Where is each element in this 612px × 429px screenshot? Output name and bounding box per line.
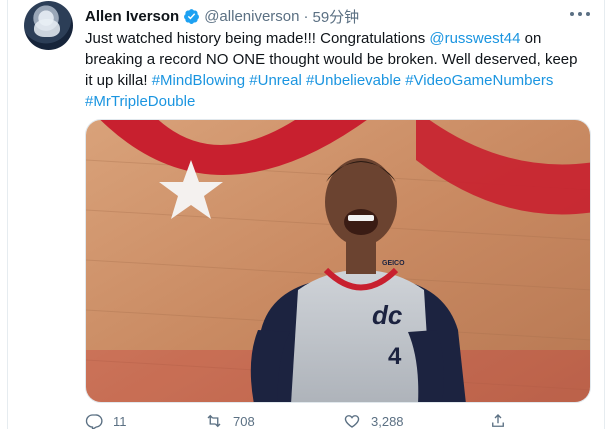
text-segment: on xyxy=(520,30,542,47)
more-icon[interactable] xyxy=(570,6,590,22)
jersey-number-text: 4 xyxy=(388,343,402,370)
mention-link[interactable]: @russwest44 xyxy=(429,30,520,47)
reply-count: 11 xyxy=(113,413,127,429)
tweet-header: Allen Iverson @alleniverson · 59分钟 xyxy=(85,6,359,26)
timeline-right-border xyxy=(604,0,605,429)
jersey-logo-text: dc xyxy=(372,300,403,330)
hashtag-link[interactable]: #MindBlowing xyxy=(152,72,245,89)
text-segment: Just watched history being made!!! Congr… xyxy=(85,30,430,47)
tweet-text: Just watched history being made!!! Congr… xyxy=(85,28,585,112)
retweet-count: 708 xyxy=(233,413,255,429)
tweet-text-line-1: Just watched history being made!!! Congr… xyxy=(85,28,585,49)
author-handle[interactable]: @alleniverson xyxy=(204,8,299,25)
tweet-text-line-3: it up killa! #MindBlowing #Unreal #Unbel… xyxy=(85,70,585,91)
retweet-button[interactable]: 708 xyxy=(205,412,255,429)
media-illustration: dc 4 GEICO xyxy=(86,120,590,402)
author-name[interactable]: Allen Iverson xyxy=(85,8,179,25)
reply-icon xyxy=(85,414,103,429)
tweet-timestamp[interactable]: 59分钟 xyxy=(312,6,359,27)
header-separator: · xyxy=(303,7,309,25)
like-button[interactable]: 3,288 xyxy=(343,412,404,429)
hashtag-link[interactable]: #MrTripleDouble xyxy=(85,93,195,110)
verified-badge-icon xyxy=(183,8,200,25)
hashtag-link[interactable]: #Unreal xyxy=(249,72,302,89)
hashtag-link[interactable]: #Unbelievable xyxy=(306,72,401,89)
like-count: 3,288 xyxy=(371,413,404,429)
like-icon xyxy=(344,415,360,428)
text-segment: it up killa! xyxy=(85,72,152,89)
tweet-actions: 11 708 3,288 xyxy=(85,412,591,429)
reply-button[interactable]: 11 xyxy=(85,412,127,429)
jersey-patch-text: GEICO xyxy=(382,260,405,267)
hashtag-link[interactable]: #VideoGameNumbers xyxy=(405,72,553,89)
tweet-text-line-4: #MrTripleDouble xyxy=(85,91,585,112)
avatar[interactable] xyxy=(24,1,73,50)
tweet-text-line-2: breaking a record NO ONE thought would b… xyxy=(85,51,578,68)
share-button[interactable] xyxy=(489,412,507,429)
timeline-left-border xyxy=(7,0,8,429)
avatar-image-detail xyxy=(34,19,60,37)
share-icon xyxy=(492,414,504,427)
retweet-icon xyxy=(207,414,221,428)
tweet-media-image[interactable]: dc 4 GEICO xyxy=(85,119,591,403)
